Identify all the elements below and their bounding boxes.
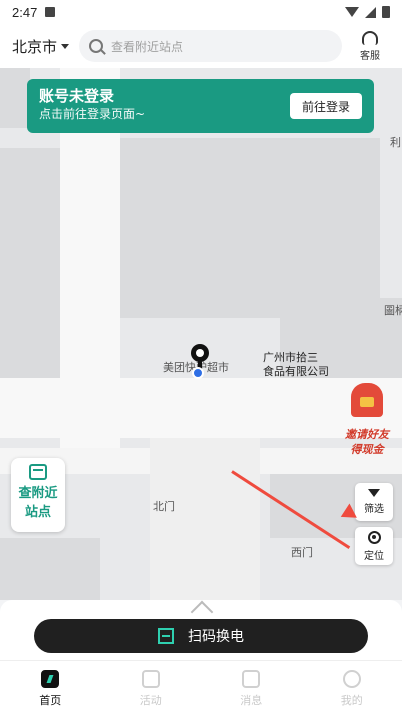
go-login-button[interactable]: 前往登录 — [290, 93, 362, 119]
chevron-up-icon[interactable] — [189, 601, 213, 609]
map-label-edge: 利 — [390, 136, 401, 149]
search-input[interactable]: 查看附近站点 — [79, 30, 342, 62]
search-placeholder: 查看附近站点 — [111, 39, 184, 54]
caret-down-icon — [61, 43, 70, 49]
tab-profile[interactable]: 我的 — [302, 661, 402, 716]
filter-icon — [368, 489, 380, 497]
header: 北京市 查看附近站点 客服 — [0, 24, 402, 68]
city-label: 北京市 — [12, 37, 58, 56]
notification-icon — [45, 7, 56, 17]
customer-service-button[interactable]: 客服 — [350, 30, 390, 62]
invite-friends-widget[interactable]: 邀请好友 得现金 — [336, 383, 398, 463]
map-block — [0, 538, 100, 600]
current-location-dot — [192, 367, 204, 379]
map-block — [0, 68, 30, 128]
red-envelope-icon — [351, 383, 383, 417]
tab-label: 我的 — [340, 693, 363, 707]
map-label-edge: 圖柄 — [384, 304, 402, 317]
filter-label: 筛选 — [364, 504, 384, 515]
wifi-icon — [345, 7, 359, 17]
map-label-company-line1: 广州市拾三 — [263, 351, 318, 364]
map-label-company-line2: 食品有限公司 — [263, 365, 329, 378]
scan-icon — [158, 628, 174, 644]
headset-icon — [362, 30, 378, 45]
tab-label: 活动 — [139, 693, 162, 707]
scan-swap-label: 扫码换电 — [188, 629, 244, 645]
nearby-line2: 站点 — [24, 505, 51, 520]
tab-label: 首页 — [39, 693, 62, 707]
map-road — [150, 438, 260, 600]
invite-line2: 得现金 — [350, 443, 384, 456]
nearby-line1: 查附近 — [18, 486, 58, 501]
store-icon — [29, 464, 47, 480]
status-bar: 2:47 — [0, 0, 402, 24]
city-selector[interactable]: 北京市 — [12, 36, 70, 57]
map-block — [120, 138, 380, 318]
battery-icon — [382, 6, 390, 18]
bottom-tab-bar: 首页 活动 消息 我的 — [0, 660, 402, 716]
locate-icon — [367, 530, 381, 544]
map-label-north-gate: 北门 — [153, 500, 175, 513]
tab-messages[interactable]: 消息 — [201, 661, 302, 716]
tab-label: 消息 — [240, 693, 263, 707]
locate-label: 定位 — [364, 550, 384, 562]
status-icons — [345, 6, 390, 18]
home-icon — [41, 669, 60, 688]
customer-service-label: 客服 — [360, 50, 380, 62]
scan-swap-button[interactable]: 扫码换电 — [34, 619, 368, 653]
tab-home[interactable]: 首页 — [0, 661, 101, 716]
status-time: 2:47 — [12, 4, 38, 20]
invite-line1: 邀请好友 — [345, 428, 389, 441]
locate-button[interactable]: 定位 — [355, 527, 393, 565]
search-icon — [89, 39, 104, 53]
profile-icon — [342, 669, 361, 688]
login-banner[interactable]: 账号未登录 点击前往登录页面~ 前往登录 — [27, 79, 374, 133]
nearby-stations-button[interactable]: 查附近 站点 — [11, 458, 65, 532]
message-icon — [242, 669, 261, 688]
gift-icon — [141, 669, 160, 688]
filter-button[interactable]: 筛选 — [355, 483, 393, 521]
tab-activity[interactable]: 活动 — [101, 661, 202, 716]
signal-icon — [365, 6, 376, 18]
map-label-west-gate: 西门 — [291, 546, 313, 559]
